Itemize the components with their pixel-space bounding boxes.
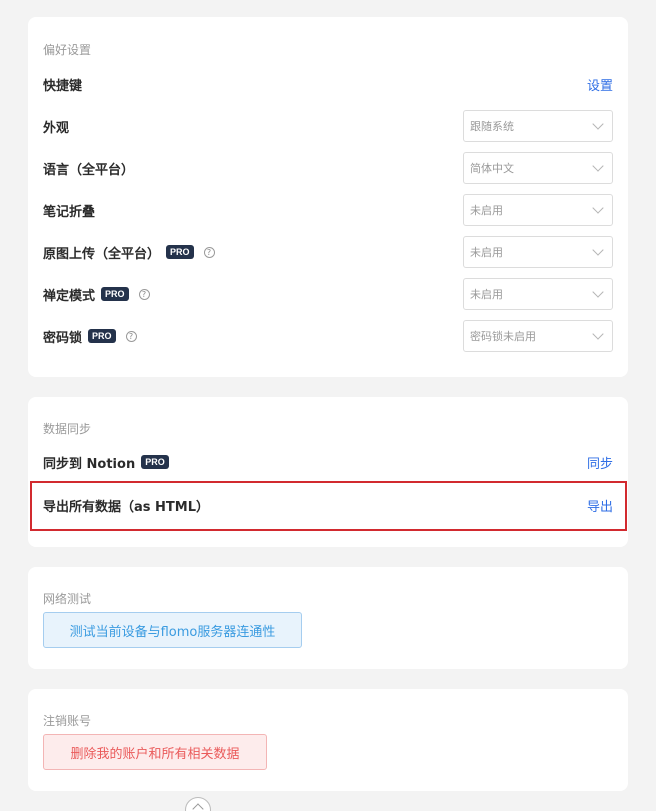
appearance-value: 跟随系统 [470, 120, 514, 133]
section-title-data-sync: 数据同步 [43, 422, 92, 436]
original-upload-label: 原图上传（全平台） [43, 246, 161, 262]
section-title-account: 注销账号 [43, 714, 92, 728]
chevron-down-icon [592, 118, 604, 130]
pro-badge: PRO [166, 245, 194, 259]
password-lock-label: 密码锁 [43, 330, 83, 346]
export-row-highlight [30, 481, 627, 531]
row-zen-mode: 禅定模式 PRO ? 未启用 [43, 278, 613, 310]
zen-mode-label: 禅定模式 [43, 288, 96, 304]
sync-notion-link[interactable]: 同步 [587, 453, 613, 472]
help-icon[interactable]: ? [125, 330, 137, 342]
account-card: 注销账号 删除我的账户和所有相关数据 [28, 689, 628, 791]
note-fold-select[interactable]: 未启用 [463, 194, 613, 226]
row-shortcut: 快捷键 设置 [43, 68, 613, 100]
note-fold-value: 未启用 [470, 204, 503, 217]
test-connection-button[interactable]: 测试当前设备与flomo服务器连通性 [43, 612, 302, 648]
chevron-down-icon [592, 286, 604, 298]
zen-mode-select[interactable]: 未启用 [463, 278, 613, 310]
original-upload-value: 未启用 [470, 246, 503, 259]
row-password-lock: 密码锁 PRO ? 密码锁未启用 [43, 320, 613, 352]
language-label: 语言（全平台） [43, 162, 135, 178]
chevron-down-icon [592, 202, 604, 214]
password-lock-value: 密码锁未启用 [470, 330, 536, 343]
password-lock-select[interactable]: 密码锁未启用 [463, 320, 613, 352]
chevron-down-icon [592, 160, 604, 172]
row-original-upload: 原图上传（全平台） PRO ? 未启用 [43, 236, 613, 268]
language-value: 简体中文 [470, 162, 514, 175]
delete-account-button[interactable]: 删除我的账户和所有相关数据 [43, 734, 267, 770]
row-sync-notion: 同步到 Notion PRO 同步 [43, 446, 613, 478]
original-upload-select[interactable]: 未启用 [463, 236, 613, 268]
pro-badge: PRO [141, 455, 169, 469]
note-fold-label: 笔记折叠 [43, 204, 96, 220]
zen-mode-value: 未启用 [470, 288, 503, 301]
scroll-to-top-button[interactable] [185, 797, 211, 811]
section-title-preferences: 偏好设置 [43, 43, 92, 57]
chevron-up-icon [192, 803, 204, 811]
row-language: 语言（全平台） 简体中文 [43, 152, 613, 184]
chevron-down-icon [592, 328, 604, 340]
language-select[interactable]: 简体中文 [463, 152, 613, 184]
row-note-fold: 笔记折叠 未启用 [43, 194, 613, 226]
pro-badge: PRO [101, 287, 129, 301]
network-test-card: 网络测试 测试当前设备与flomo服务器连通性 [28, 567, 628, 669]
section-title-network: 网络测试 [43, 592, 92, 606]
help-icon[interactable]: ? [203, 246, 215, 258]
pro-badge: PRO [88, 329, 116, 343]
preferences-card: 偏好设置 快捷键 设置 外观 跟随系统 语言（全平台） 简体中文 笔记折叠 未启… [28, 17, 628, 377]
shortcut-label: 快捷键 [43, 78, 83, 94]
appearance-label: 外观 [43, 120, 70, 136]
chevron-down-icon [592, 244, 604, 256]
help-icon[interactable]: ? [138, 288, 150, 300]
row-appearance: 外观 跟随系统 [43, 110, 613, 142]
sync-notion-label: 同步到 Notion [43, 456, 136, 472]
appearance-select[interactable]: 跟随系统 [463, 110, 613, 142]
shortcut-settings-link[interactable]: 设置 [587, 75, 613, 94]
